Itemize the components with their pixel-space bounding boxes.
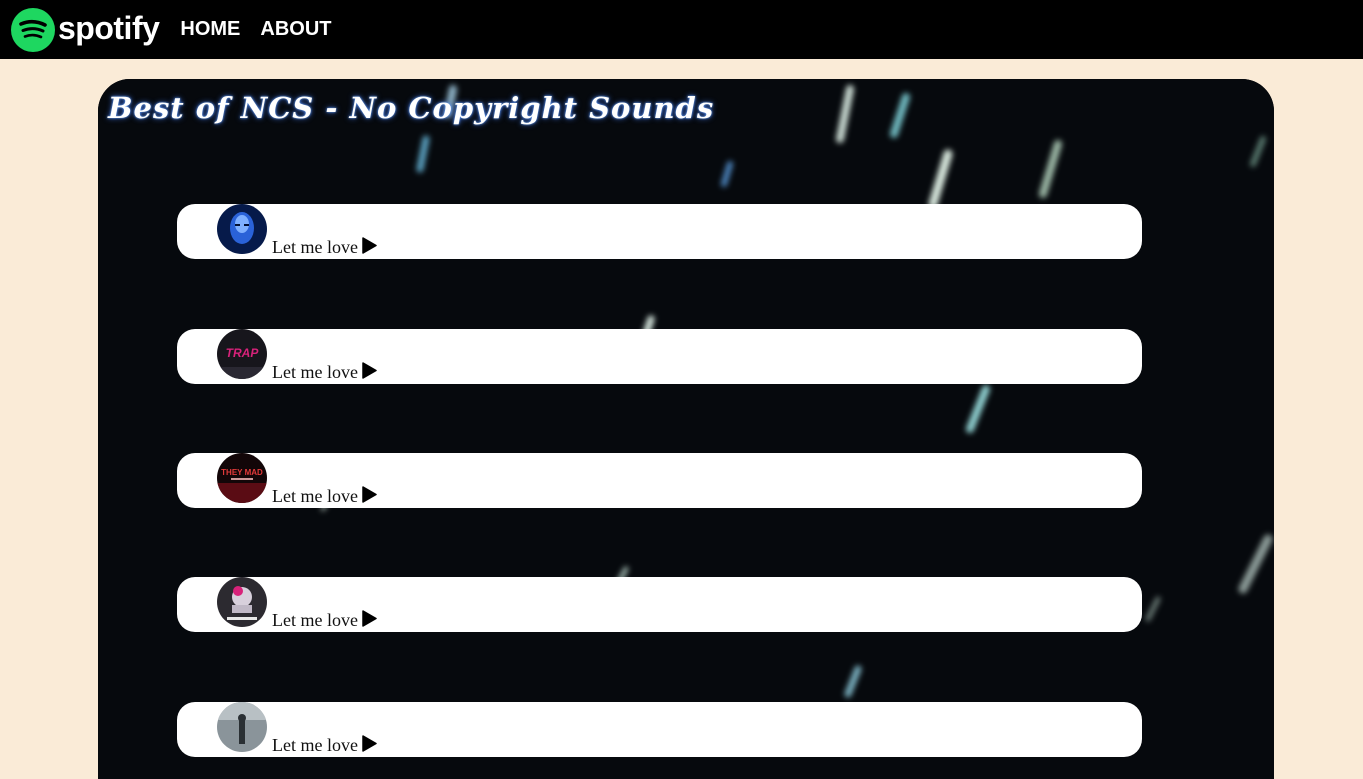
nav-home-link[interactable]: HOME (180, 18, 240, 41)
trap-cover-art: TRAP (217, 329, 267, 379)
misty-figure-cover-art (217, 702, 267, 752)
song-title: Let me love (272, 609, 377, 631)
they-mad-cover-art: THEY MAD (217, 453, 267, 503)
play-icon[interactable] (362, 486, 377, 503)
svg-text:THEY MAD: THEY MAD (221, 468, 263, 477)
song-item[interactable]: TRAP Let me love (177, 329, 1142, 384)
spotify-icon (11, 7, 55, 52)
svg-text:TRAP: TRAP (226, 346, 260, 360)
playlist-title: Best of NCS - No Copyright Sounds (108, 91, 715, 125)
rain-background-image (98, 79, 1274, 779)
play-icon[interactable] (362, 362, 377, 379)
song-item[interactable]: Let me love (177, 204, 1142, 259)
playlist-panel: Best of NCS - No Copyright Sounds Let me… (98, 79, 1274, 779)
spotify-logo[interactable]: spotify (11, 7, 160, 52)
blue-face-cover-art (217, 204, 267, 254)
plug-walk-cover-art (217, 577, 267, 627)
song-title: Let me love (272, 734, 377, 756)
brand-name: spotify (58, 9, 160, 46)
song-title: Let me love (272, 236, 377, 258)
top-navbar: spotify HOME ABOUT (0, 0, 1363, 59)
song-item[interactable]: THEY MAD Let me love (177, 453, 1142, 508)
play-icon[interactable] (362, 610, 377, 627)
song-item[interactable]: Let me love (177, 577, 1142, 632)
song-title: Let me love (272, 361, 377, 383)
play-icon[interactable] (362, 237, 377, 254)
nav-about-link[interactable]: ABOUT (260, 18, 331, 41)
play-icon[interactable] (362, 735, 377, 752)
song-title: Let me love (272, 485, 377, 507)
song-item[interactable]: Let me love (177, 702, 1142, 757)
